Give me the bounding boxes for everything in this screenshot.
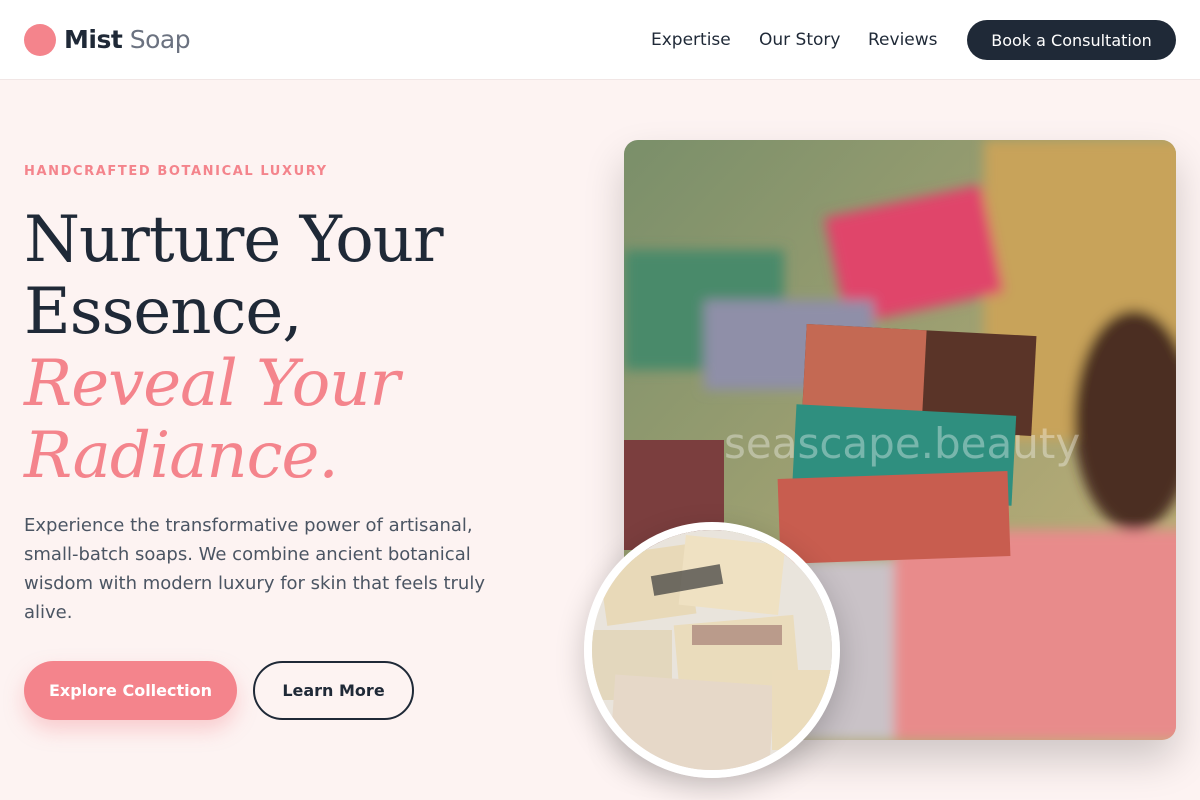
nav-link-our-story[interactable]: Our Story [759, 29, 840, 51]
hero-headline-accent-line-2: Radiance. [24, 419, 339, 493]
logo-name-light: Soap [129, 25, 191, 54]
image-watermark: seascape.beauty [724, 419, 1080, 468]
site-header: Mist Soap Expertise Our Story Reviews Bo… [0, 0, 1200, 80]
nav-link-expertise[interactable]: Expertise [651, 29, 731, 51]
hero-eyebrow: HANDCRAFTED BOTANICAL LUXURY [24, 164, 328, 179]
hero-headline-line-2: Essence, [24, 275, 303, 349]
logo-mark[interactable] [24, 24, 56, 56]
explore-collection-button[interactable]: Explore Collection [24, 661, 237, 720]
hero-headline-line-1: Nurture Your [24, 203, 444, 277]
hero-description: Experience the transformative power of a… [24, 515, 485, 623]
nav-link-reviews[interactable]: Reviews [868, 29, 938, 51]
learn-more-button[interactable]: Learn More [253, 661, 414, 720]
soap-closeup-image [584, 522, 840, 778]
book-consultation-button[interactable]: Book a Consultation [967, 20, 1176, 60]
logo-wordmark[interactable]: Mist Soap [64, 24, 191, 56]
hero-headline-accent-line-1: Reveal Your [24, 347, 400, 421]
logo-name-bold: Mist [64, 25, 123, 54]
